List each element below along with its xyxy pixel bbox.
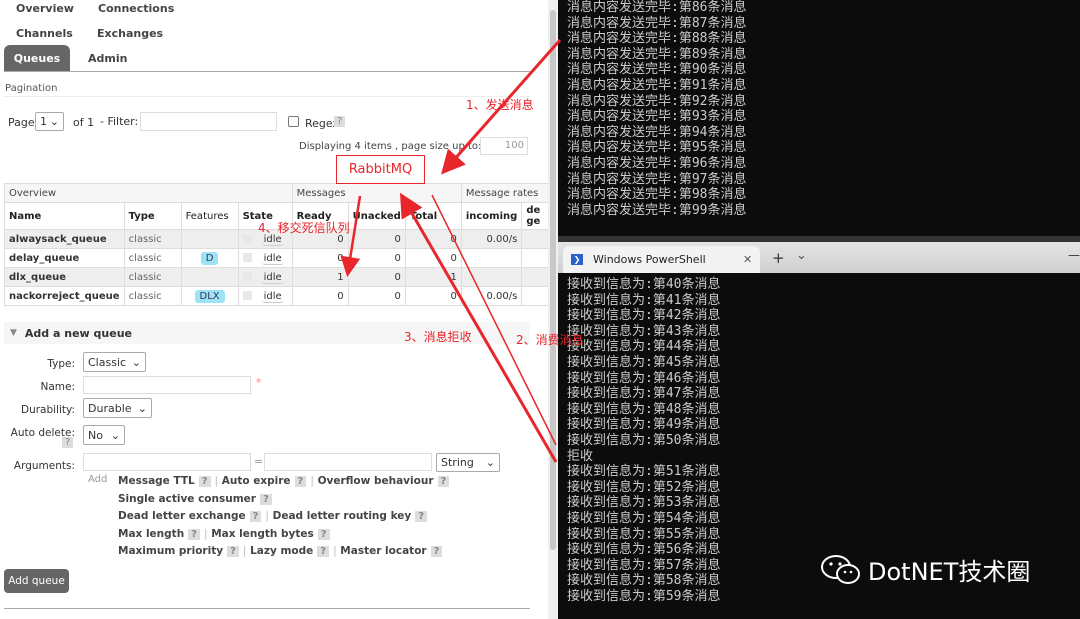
rabbitmq-annotation-box: RabbitMQ: [336, 155, 425, 184]
watermark: DotNET技术圈: [820, 552, 1030, 587]
arrow-consume: [431, 194, 557, 446]
annotation-step1: 1、发送消息: [466, 98, 534, 112]
watermark-text: DotNET技术圈: [868, 558, 1031, 586]
wechat-icon: [821, 554, 860, 584]
annotation-step2: 2、消费消息: [516, 333, 584, 347]
annotation-step4: 4、移交死信队列: [258, 221, 350, 235]
annotation-arrows: [340, 39, 562, 463]
annotation-step3: 3、消息拒收: [404, 330, 472, 344]
